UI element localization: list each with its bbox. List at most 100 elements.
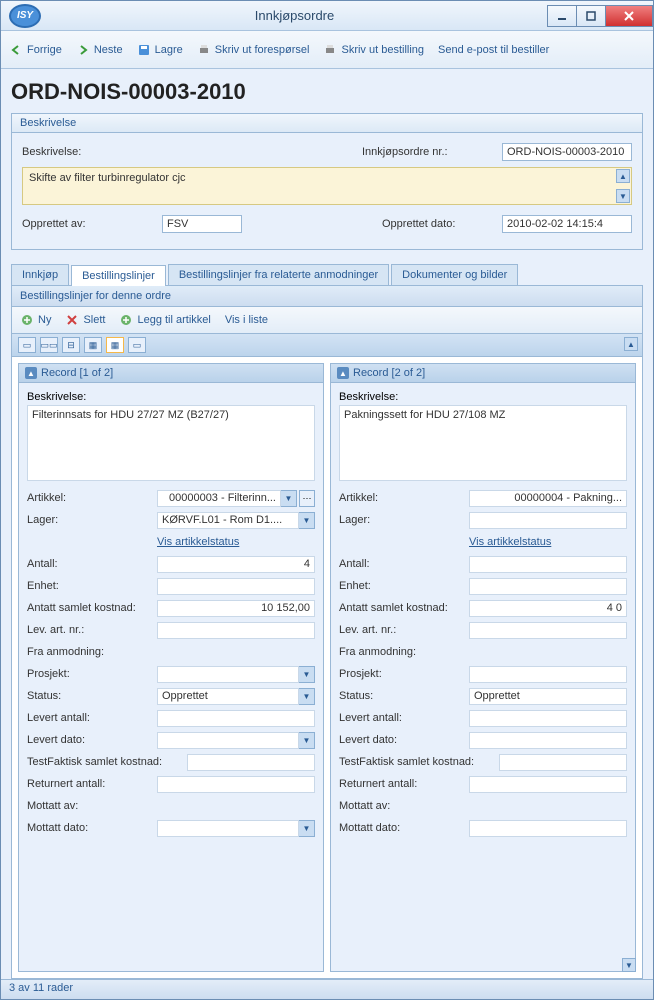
mottatt-dato-field[interactable] xyxy=(157,820,299,837)
field-label: Mottatt dato: xyxy=(339,822,469,834)
record-desc[interactable]: Filterinnsats for HDU 27/27 MZ (B27/27) xyxy=(27,405,315,481)
lev-dato-field[interactable] xyxy=(469,732,627,749)
artikkel-field[interactable]: 00000003 - Filterinn... xyxy=(157,490,281,507)
lev-dato-field[interactable] xyxy=(157,732,299,749)
lager-field[interactable] xyxy=(469,512,627,529)
returnert-field[interactable] xyxy=(469,776,627,793)
record-header[interactable]: ▲ Record [1 of 2] xyxy=(19,364,323,383)
view-scroll-up[interactable]: ▲ xyxy=(624,337,638,351)
returnert-field[interactable] xyxy=(157,776,315,793)
dropdown-icon[interactable]: ▼ xyxy=(299,688,315,705)
minimize-button[interactable] xyxy=(547,5,577,27)
tab-bestillingslinjer[interactable]: Bestillingslinjer xyxy=(71,265,166,286)
created-date-label: Opprettet dato: xyxy=(382,218,502,230)
lookup-button[interactable]: ⋯ xyxy=(299,490,315,507)
save-button[interactable]: Lagre xyxy=(137,43,183,57)
dropdown-icon[interactable]: ▼ xyxy=(299,666,315,683)
add-article-button[interactable]: Legg til artikkel xyxy=(119,313,210,327)
view-cards[interactable]: ▦ xyxy=(106,337,124,353)
view-other[interactable]: ▭ xyxy=(128,337,146,353)
field-label: Antatt samlet kostnad: xyxy=(339,602,469,614)
dropdown-icon[interactable]: ▼ xyxy=(299,732,315,749)
testfaktisk-field[interactable] xyxy=(499,754,627,771)
field-label: Lager: xyxy=(339,514,469,526)
enhet-field[interactable] xyxy=(469,578,627,595)
levart-field[interactable] xyxy=(157,622,315,639)
desc-spin-up[interactable]: ▲ xyxy=(616,169,630,183)
window-controls xyxy=(548,5,653,27)
delete-button[interactable]: Slett xyxy=(65,313,105,327)
collapse-icon: ▲ xyxy=(25,367,37,379)
vis-artikkelstatus-link[interactable]: Vis artikkelstatus xyxy=(469,536,551,548)
next-button[interactable]: Neste xyxy=(76,43,123,57)
dropdown-icon[interactable]: ▼ xyxy=(299,512,315,529)
add-article-label: Legg til artikkel xyxy=(137,314,210,326)
antatt-field[interactable]: 4 0 xyxy=(469,600,627,617)
lager-field[interactable]: KØRVF.L01 - Rom D1.... xyxy=(157,512,299,529)
app-window: ISY Innkjøpsordre Forrige Neste Lagre xyxy=(0,0,654,1000)
desc-spin-down[interactable]: ▼ xyxy=(616,189,630,203)
window-title: Innkjøpsordre xyxy=(41,8,548,23)
description-textarea[interactable]: Skifte av filter turbinregulator cjc xyxy=(22,167,632,205)
field-label: Returnert antall: xyxy=(339,778,469,790)
tab-relaterte[interactable]: Bestillingslinjer fra relaterte anmodnin… xyxy=(168,264,389,285)
new-button[interactable]: Ny xyxy=(20,313,51,327)
field-label: Fra anmodning: xyxy=(339,646,469,658)
mottatt-av-field xyxy=(469,798,627,815)
enhet-field[interactable] xyxy=(157,578,315,595)
save-label: Lagre xyxy=(155,44,183,56)
field-label: Antatt samlet kostnad: xyxy=(27,602,157,614)
field-label: Prosjekt: xyxy=(27,668,157,680)
tab-dokumenter[interactable]: Dokumenter og bilder xyxy=(391,264,518,285)
mottatt-dato-field[interactable] xyxy=(469,820,627,837)
prosjekt-field[interactable] xyxy=(157,666,299,683)
desc-label: Beskrivelse: xyxy=(22,146,362,158)
artikkel-field[interactable]: 00000004 - Pakning... xyxy=(469,490,627,507)
status-field[interactable]: Opprettet xyxy=(469,688,627,705)
antall-field[interactable]: 4 xyxy=(157,556,315,573)
field-label: Mottatt dato: xyxy=(27,822,157,834)
record-desc[interactable]: Pakningssett for HDU 27/108 MZ xyxy=(339,405,627,481)
field-label: TestFaktisk samlet kostnad: xyxy=(27,756,187,768)
close-button[interactable] xyxy=(605,5,653,27)
maximize-button[interactable] xyxy=(576,5,606,27)
lev-antall-field[interactable] xyxy=(469,710,627,727)
records-scroll-down[interactable]: ▼ xyxy=(622,958,636,972)
field-label: Levert dato: xyxy=(339,734,469,746)
levart-field[interactable] xyxy=(469,622,627,639)
print-order-button[interactable]: Skriv ut bestilling xyxy=(323,43,424,57)
record-header[interactable]: ▲ Record [2 of 2] xyxy=(331,364,635,383)
view-two-h[interactable]: ▭▭ xyxy=(40,337,58,353)
description-group: Beskrivelse Beskrivelse: Innkjøpsordre n… xyxy=(11,113,643,250)
field-label: Prosjekt: xyxy=(339,668,469,680)
prosjekt-field[interactable] xyxy=(469,666,627,683)
view-two-v[interactable]: ⊟ xyxy=(62,337,80,353)
prev-button[interactable]: Forrige xyxy=(9,43,62,57)
field-label: TestFaktisk samlet kostnad: xyxy=(339,756,499,768)
field-label: Lev. art. nr.: xyxy=(339,624,469,636)
send-email-button[interactable]: Send e-post til bestiller xyxy=(438,44,549,56)
status-field[interactable]: Opprettet xyxy=(157,688,299,705)
order-no-field[interactable] xyxy=(502,143,632,161)
antall-field[interactable] xyxy=(469,556,627,573)
created-date-field[interactable] xyxy=(502,215,632,233)
testfaktisk-field[interactable] xyxy=(187,754,315,771)
view-grid[interactable]: ▦ xyxy=(84,337,102,353)
view-list-button[interactable]: Vis i liste xyxy=(225,313,268,327)
next-label: Neste xyxy=(94,44,123,56)
field-label: Enhet: xyxy=(339,580,469,592)
sub-header: Bestillingslinjer for denne ordre xyxy=(11,286,643,307)
plus-icon xyxy=(20,313,34,327)
dropdown-icon[interactable]: ▼ xyxy=(299,820,315,837)
maximize-icon xyxy=(586,11,596,21)
print-request-button[interactable]: Skriv ut forespørsel xyxy=(197,43,310,57)
lev-antall-field[interactable] xyxy=(157,710,315,727)
antatt-field[interactable]: 10 152,00 xyxy=(157,600,315,617)
vis-artikkelstatus-link[interactable]: Vis artikkelstatus xyxy=(157,536,239,548)
field-label: Levert dato: xyxy=(27,734,157,746)
field-label: Fra anmodning: xyxy=(27,646,157,658)
dropdown-icon[interactable]: ▼ xyxy=(281,490,297,507)
tab-innkjop[interactable]: Innkjøp xyxy=(11,264,69,285)
view-single[interactable]: ▭ xyxy=(18,337,36,353)
created-by-field[interactable] xyxy=(162,215,242,233)
